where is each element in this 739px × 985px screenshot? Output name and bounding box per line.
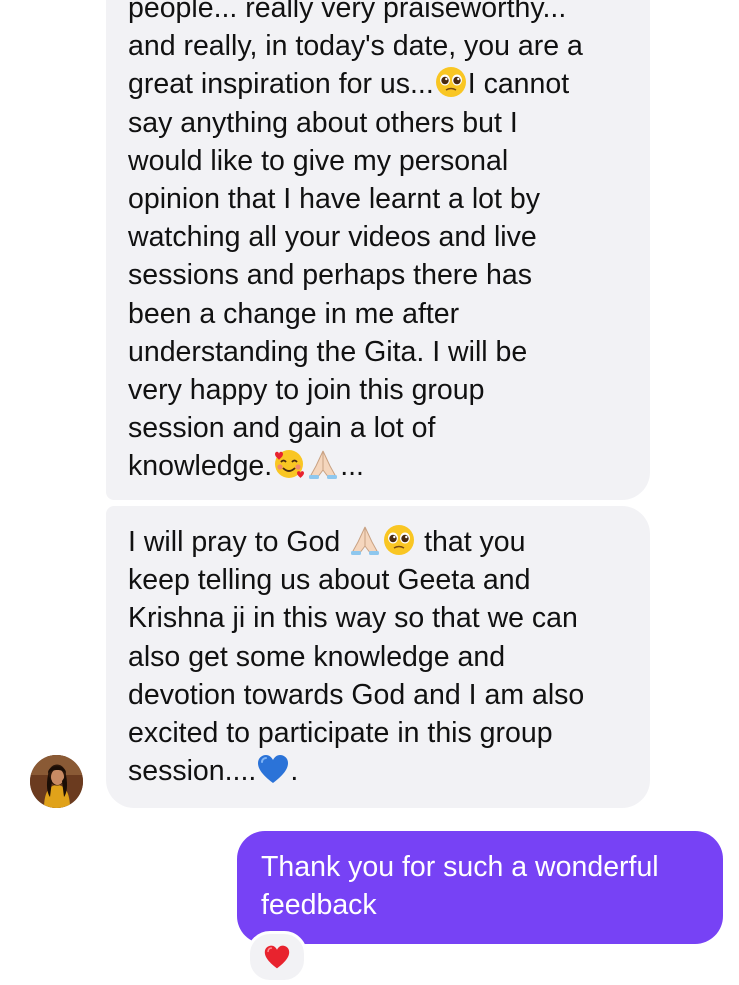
message-text: great inspiration for us... [128, 68, 434, 101]
message-line: I will pray to God that you [128, 523, 628, 561]
message-line: people... really very praiseworthy... [128, 0, 567, 24]
message-line: keep telling us about Geeta and [128, 564, 531, 597]
message-line: been a change in me after [128, 297, 460, 330]
outgoing-message-bubble[interactable]: Thank you for such a wonderful feedback [237, 831, 723, 944]
message-line: sessions and perhaps there has [128, 259, 533, 292]
avatar-image-icon [30, 755, 83, 808]
message-text: ... [340, 450, 364, 483]
smiling-face-with-hearts-icon [275, 450, 305, 479]
message-text: . [290, 755, 299, 788]
pleading-face-icon [435, 67, 466, 98]
message-line: Krishna ji in this way so that we can [128, 602, 578, 635]
message-line: session..... [128, 752, 628, 790]
folded-hands-icon [351, 526, 380, 555]
message-text: I will pray to God [128, 526, 341, 558]
message-line: great inspiration for us... I cannot [128, 65, 628, 103]
message-line: Thank you for such a wonderful [261, 851, 659, 883]
folded-hands-icon [309, 451, 338, 480]
message-line: also get some knowledge and [128, 640, 506, 673]
message-line: understanding the Gita. I will be [128, 335, 528, 368]
message-line: would like to give my personal [128, 144, 509, 177]
incoming-message-bubble[interactable]: I will pray to God that you keep telling… [106, 506, 650, 808]
red-heart-icon [264, 945, 290, 969]
message-line: devotion towards God and I am also [128, 678, 585, 711]
heart-reaction-badge[interactable] [247, 931, 307, 983]
message-line: and really, in today's date, you are a [128, 30, 583, 63]
message-text: that you [424, 526, 526, 558]
message-line: session and gain a lot of [128, 412, 436, 445]
message-line: very happy to join this group [128, 374, 485, 407]
message-line: knowledge.... [128, 447, 628, 485]
incoming-message-bubble[interactable]: people... really very praiseworthy... an… [106, 0, 650, 500]
message-text: session.... [128, 755, 257, 788]
message-text: knowledge. [128, 450, 273, 483]
conversation-thread: people... really very praiseworthy... an… [0, 0, 739, 985]
sender-avatar[interactable] [30, 755, 83, 808]
message-text: I cannot [467, 68, 570, 101]
message-line: opinion that I have learnt a lot by [128, 183, 540, 216]
message-line: say anything about others but I [128, 106, 518, 139]
message-line: feedback [261, 889, 377, 922]
message-line: excited to participate in this group [128, 717, 553, 750]
pleading-face-icon [384, 525, 415, 555]
message-line: watching all your videos and live [128, 221, 537, 254]
blue-heart-icon [258, 755, 289, 784]
